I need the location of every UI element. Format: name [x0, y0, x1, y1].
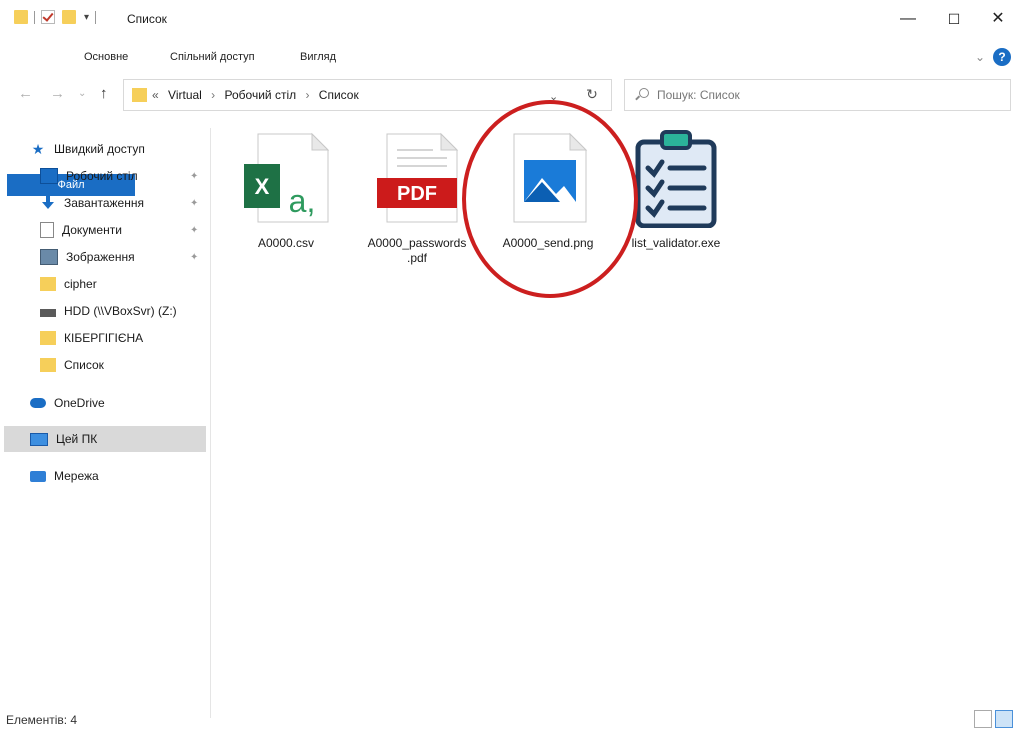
view-switcher — [974, 710, 1013, 728]
status-item-count: Елементів: 4 — [6, 713, 78, 727]
close-button[interactable]: ✕ — [984, 8, 1012, 30]
sidebar-item-label: Робочий стіл — [66, 169, 138, 183]
folder-icon[interactable] — [14, 10, 28, 24]
file-name: A0000_passwords .pdf — [367, 236, 467, 265]
up-button[interactable]: ↑ — [100, 85, 108, 102]
file-item-pdf[interactable]: PDF A0000_passwords .pdf — [367, 128, 467, 265]
sidebar-item-desktop[interactable]: Робочий стіл ✦ — [40, 163, 206, 189]
sidebar-item-label: Зображення — [66, 250, 135, 264]
file-name: A0000.csv — [257, 236, 315, 250]
checklist-icon — [635, 130, 717, 229]
sidebar-item-label: Список — [64, 358, 104, 372]
help-icon[interactable]: ? — [993, 48, 1011, 66]
tab-view[interactable]: Вигляд — [290, 46, 346, 68]
minimize-button[interactable]: — — [894, 8, 922, 30]
sidebar-item-list[interactable]: Список — [40, 352, 206, 378]
tab-share[interactable]: Спільний доступ — [160, 46, 265, 68]
pictures-icon — [40, 249, 58, 265]
pin-icon[interactable]: ✦ — [190, 171, 198, 182]
navigation-bar: ← → ⌄ ↑ « Virtual › Робочий стіл › Списо… — [0, 76, 1017, 112]
sidebar-item-hdd[interactable]: HDD (\\VBoxSvr) (Z:) — [40, 298, 206, 324]
tab-home[interactable]: Основне — [74, 46, 138, 68]
sidebar-item-label: Документи — [62, 223, 122, 237]
sidebar-item-label: Швидкий доступ — [54, 142, 145, 156]
desktop-icon — [40, 168, 58, 184]
breadcrumb-separator-icon[interactable]: › — [211, 88, 215, 102]
network-drive-icon — [40, 309, 56, 317]
star-icon: ★ — [31, 141, 45, 157]
network-icon — [30, 470, 46, 482]
new-folder-icon[interactable] — [62, 10, 76, 24]
breadcrumb-separator-icon[interactable]: › — [305, 88, 309, 102]
customize-toolbar-icon[interactable]: ▾ — [84, 12, 89, 23]
pin-icon[interactable]: ✦ — [190, 225, 198, 236]
folder-icon — [132, 88, 147, 102]
divider — [95, 10, 97, 24]
sidebar-item-network[interactable]: Мережа — [30, 463, 206, 489]
sidebar-item-label: Цей ПК — [56, 432, 98, 446]
sidebar-item-downloads[interactable]: Завантаження ✦ — [40, 190, 206, 216]
properties-icon[interactable] — [41, 10, 55, 24]
details-view-button[interactable] — [974, 710, 992, 728]
breadcrumb-overflow[interactable]: « — [152, 88, 159, 102]
file-item-exe[interactable]: list_validator.exe — [626, 128, 726, 250]
large-icons-view-button[interactable] — [995, 710, 1013, 728]
folder-icon — [40, 358, 56, 372]
window-title: Список — [127, 12, 167, 26]
svg-text:a,: a, — [289, 183, 316, 219]
recent-locations-button[interactable]: ⌄ — [78, 88, 86, 99]
sidebar-item-label: cipher — [64, 277, 97, 291]
svg-text:X: X — [255, 174, 270, 199]
breadcrumb: « Virtual › Робочий стіл › Список — [152, 88, 365, 102]
pc-icon — [30, 432, 48, 446]
search-box[interactable]: Пошук: Список — [624, 79, 1011, 111]
ribbon-tabs: Файл Основне Спільний доступ Вигляд ⌄ ? — [0, 46, 1017, 196]
maximize-button[interactable]: ☐ — [940, 8, 968, 30]
sidebar-item-quick-access[interactable]: ★ Швидкий доступ — [30, 136, 206, 162]
divider — [34, 10, 35, 24]
excel-csv-icon: X a, — [244, 132, 330, 223]
svg-text:PDF: PDF — [397, 183, 437, 205]
quick-access-toolbar: ▾ — [14, 10, 102, 24]
documents-icon — [40, 222, 54, 238]
sidebar-item-cyberhygiene[interactable]: КІБЕРГІГІЄНА — [40, 325, 206, 351]
breadcrumb-desktop[interactable]: Робочий стіл — [225, 88, 297, 102]
breadcrumb-list[interactable]: Список — [319, 88, 359, 102]
sidebar-item-label: HDD (\\VBoxSvr) (Z:) — [64, 304, 177, 318]
sidebar-item-cipher[interactable]: cipher — [40, 271, 206, 297]
sidebar-item-documents[interactable]: Документи ✦ — [40, 217, 206, 243]
sidebar-item-onedrive[interactable]: OneDrive — [30, 390, 206, 416]
file-item-csv[interactable]: X a, A0000.csv — [236, 128, 336, 250]
folder-icon — [40, 331, 56, 345]
sidebar-item-label: OneDrive — [54, 396, 105, 410]
sidebar-item-this-pc[interactable]: Цей ПК — [4, 426, 206, 452]
pin-icon[interactable]: ✦ — [190, 252, 198, 263]
pdf-icon: PDF — [377, 132, 459, 223]
file-name: list_validator.exe — [631, 236, 721, 250]
breadcrumb-virtual[interactable]: Virtual — [168, 88, 202, 102]
search-icon — [639, 88, 649, 98]
highlight-circle — [462, 100, 638, 298]
expand-ribbon-icon[interactable]: ⌄ — [975, 50, 985, 64]
refresh-button[interactable]: ↻ — [580, 82, 604, 106]
cloud-icon — [30, 398, 46, 408]
sidebar-item-label: Завантаження — [64, 196, 144, 210]
forward-button[interactable]: → — [50, 85, 65, 102]
download-icon — [40, 196, 56, 210]
title-bar: ▾ Список — ☐ ✕ — [0, 0, 1017, 40]
sidebar-item-pictures[interactable]: Зображення ✦ — [40, 244, 206, 270]
pin-icon[interactable]: ✦ — [190, 198, 198, 209]
navigation-pane: ★ Швидкий доступ Робочий стіл ✦ Завантаж… — [0, 128, 211, 718]
back-button[interactable]: ← — [18, 85, 33, 102]
folder-icon — [40, 277, 56, 291]
search-input[interactable]: Пошук: Список — [657, 88, 740, 102]
sidebar-item-label: Мережа — [54, 469, 99, 483]
divider — [58, 11, 59, 24]
sidebar-item-label: КІБЕРГІГІЄНА — [64, 331, 144, 345]
